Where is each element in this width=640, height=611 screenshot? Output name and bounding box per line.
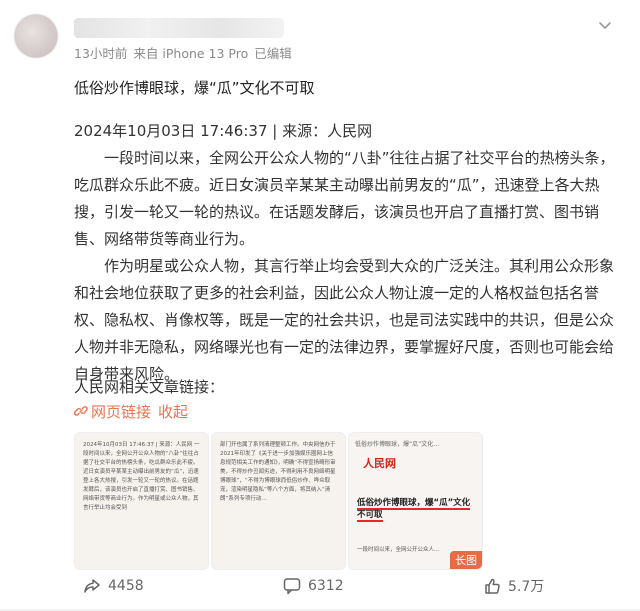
thumbnail-3-header: 低俗炒作博眼球，爆“瓜”文化… — [355, 441, 440, 448]
post-time[interactable]: 13小时前 — [74, 46, 127, 61]
comment-button[interactable]: 6312 — [282, 576, 344, 596]
action-bar: 4458 6312 5.7万 — [0, 572, 640, 602]
share-count: 4458 — [108, 578, 144, 594]
thumbnail-2-text: 部门开也属了系列清理整顿工作。中央网信办于2021年印发了《关于进一步加强娱乐圈… — [220, 442, 336, 502]
edited-label[interactable]: 已编辑 — [254, 46, 292, 61]
more-icon[interactable] — [596, 16, 614, 34]
link-row: 网页链接 收起 — [74, 401, 188, 422]
comment-count: 6312 — [308, 578, 344, 594]
thumbnail-3-title: 低俗炒作博眼球，爆“瓜”文化不可取 — [357, 498, 471, 522]
people-daily-logo: 人民网 — [363, 457, 396, 470]
thumbnail-3-foot: 一段时间以来，全网公开公众人… — [357, 547, 440, 553]
post-meta: 13小时前 来自 iPhone 13 Pro 已编辑 — [74, 43, 298, 62]
thumbnail-1-text: 2024年10月03日 17:46:37 | 来源：人民网 一段时间以来，全网公… — [83, 442, 200, 511]
long-image-badge: 长图 — [450, 551, 482, 569]
avatar[interactable] — [14, 14, 58, 58]
collapse-link[interactable]: 收起 — [158, 403, 188, 421]
date-source-line: 2024年10月03日 17:46:37 | 来源：人民网 — [74, 122, 373, 140]
comment-icon — [283, 578, 301, 595]
post-title: 低俗炒作博眼球，爆“瓜”文化不可取 — [74, 79, 315, 97]
article-body: 2024年10月03日 17:46:37 | 来源：人民网 一段时间以来，全网公… — [74, 118, 626, 388]
related-links-label: 人民网相关文章链接： — [74, 378, 225, 396]
paragraph-1: 一段时间以来，全网公开公众人物的“八卦”往往占据了社交平台的热榜头条，吃瓜群众乐… — [74, 149, 615, 248]
like-button[interactable]: 5.7万 — [482, 576, 544, 596]
thumbnail-3[interactable]: 低俗炒作博眼球，爆“瓜”文化… 人民网 低俗炒作博眼球，爆“瓜”文化不可取 一段… — [348, 432, 483, 570]
like-count: 5.7万 — [508, 579, 545, 595]
share-icon — [84, 579, 100, 593]
username-blurred[interactable] — [74, 18, 284, 38]
post-source: 来自 iPhone 13 Pro — [133, 46, 249, 61]
thumbnail-2[interactable]: 部门开也属了系列清理整顿工作。中央网信办于2021年印发了《关于进一步加强娱乐圈… — [211, 432, 346, 570]
paragraph-2: 作为明星或公众人物，其言行举止均会受到大众的广泛关注。其利用公众形象和社会地位获… — [74, 257, 615, 383]
link-icon — [74, 406, 88, 416]
like-icon — [485, 578, 500, 594]
thumbnail-1[interactable]: 2024年10月03日 17:46:37 | 来源：人民网 一段时间以来，全网公… — [74, 432, 209, 570]
share-button[interactable]: 4458 — [82, 576, 144, 596]
web-link[interactable]: 网页链接 — [91, 403, 151, 421]
